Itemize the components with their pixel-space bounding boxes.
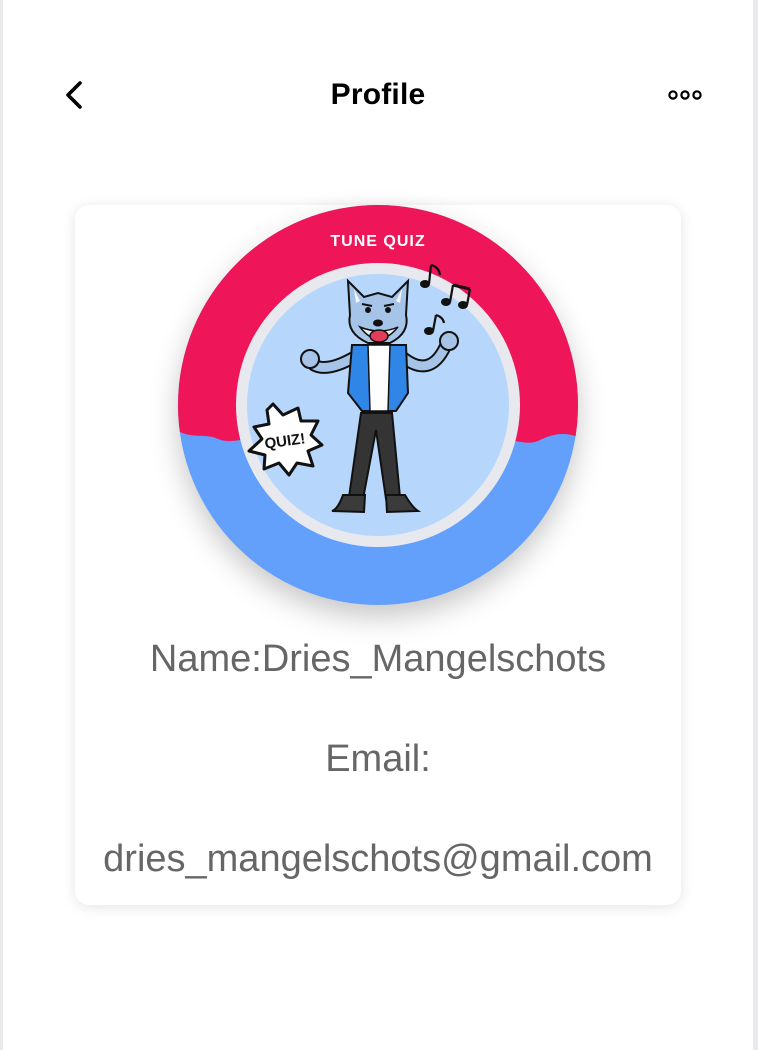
page-title: Profile — [330, 78, 426, 111]
profile-screen: Profile TUNE QUIZ QUIZ! Name:Dries_Mange… — [3, 0, 753, 1050]
name-label: Name: — [149, 638, 262, 680]
more-options-button[interactable] — [663, 82, 707, 110]
name-value: Dries_Mangelschots — [261, 638, 607, 680]
email-value: dries_mangelschots@gmail.com — [103, 838, 653, 880]
logo-brand-text: TUNE QUIZ — [330, 233, 425, 250]
tune-quiz-logo: TUNE QUIZ QUIZ! — [178, 205, 578, 605]
profile-name: Name:Dries_Mangelschots — [75, 638, 681, 681]
profile-card: TUNE QUIZ QUIZ! Name:Dries_Mangelschots … — [75, 205, 681, 905]
more-horizontal-icon — [668, 90, 702, 100]
email-label: Email: — [325, 738, 431, 780]
